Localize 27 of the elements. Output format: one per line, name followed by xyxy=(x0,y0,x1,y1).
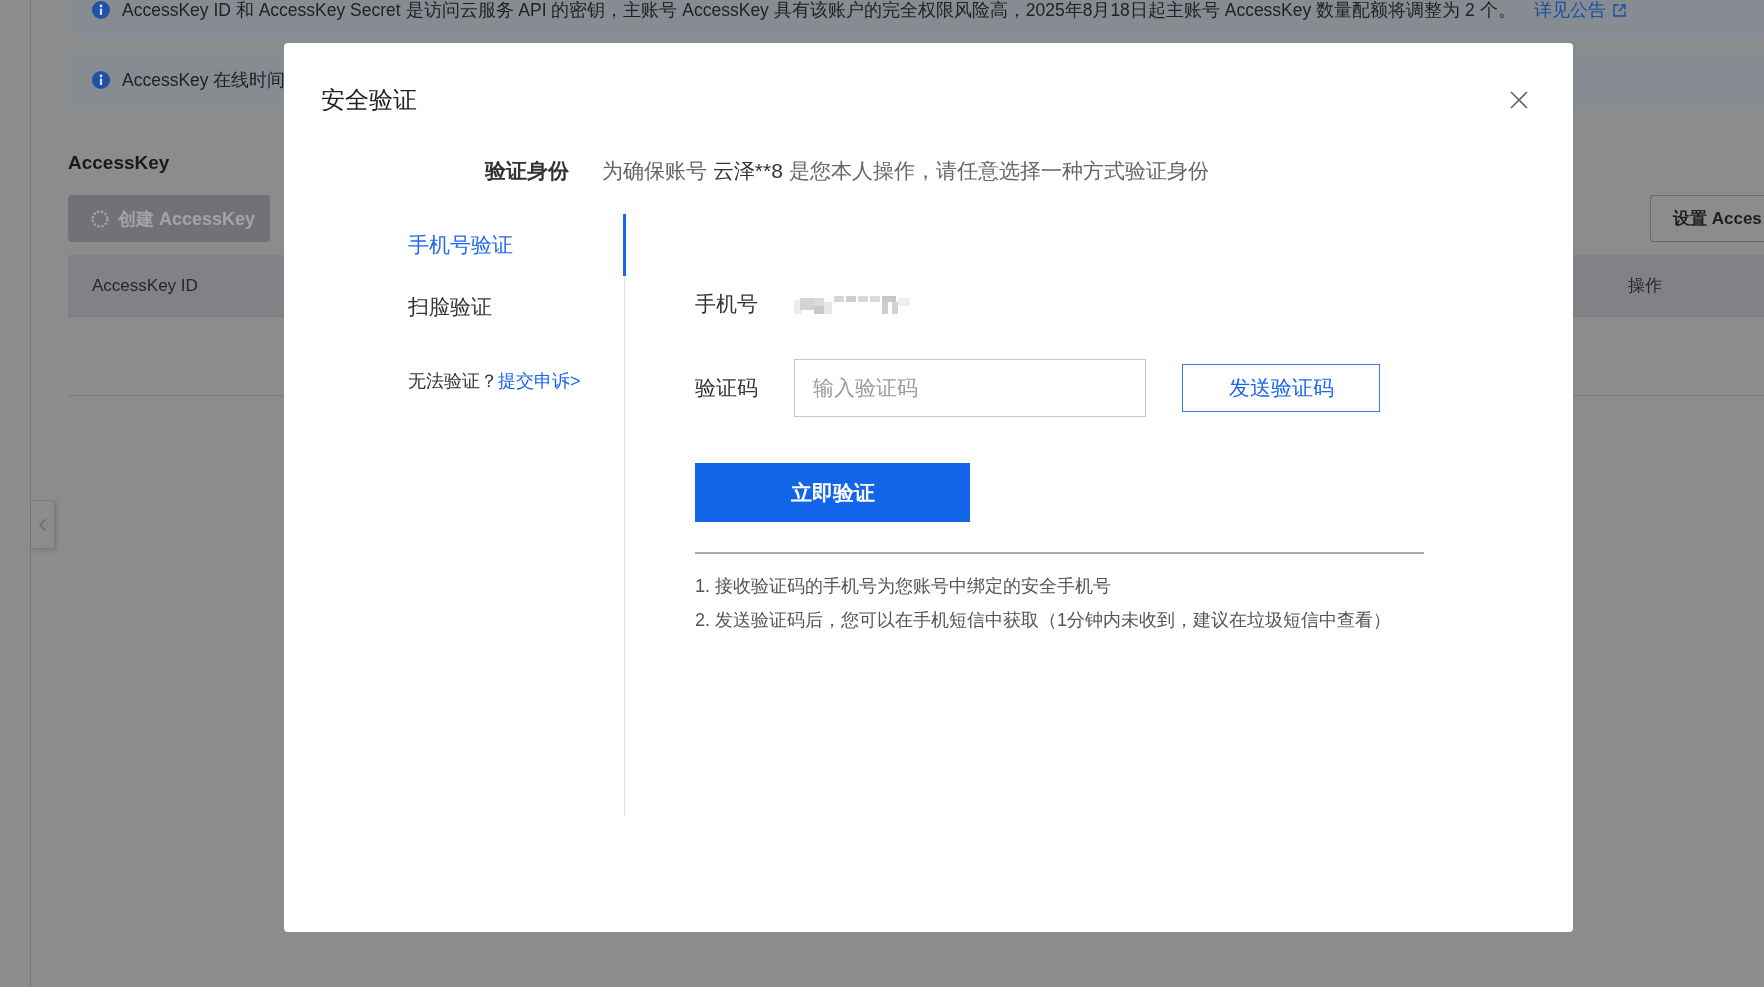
column-header: AccessKey ID xyxy=(92,275,198,296)
verify-button[interactable]: 立即验证 xyxy=(695,463,970,522)
info-icon xyxy=(92,71,110,89)
chevron-left-icon xyxy=(38,517,47,532)
help-text: 无法验证？ xyxy=(408,370,498,393)
field-label: 手机号 xyxy=(695,291,759,317)
notice-text: AccessKey 在线时间 xyxy=(122,71,286,89)
note-text: 1. 接收验证码的手机号为您账号中绑定的安全手机号 xyxy=(695,575,1112,598)
external-link-icon xyxy=(1612,3,1626,17)
settings-button[interactable]: 设置 Acces xyxy=(1650,195,1764,242)
method-tab[interactable]: 扫脸验证 xyxy=(408,276,626,338)
section-heading: AccessKey xyxy=(68,151,170,175)
field-label: 验证码 xyxy=(695,375,759,401)
info-icon xyxy=(92,1,110,19)
identity-description: 为确保账号 云泽**8 是您本人操作，请任意选择一种方式验证身份 xyxy=(602,158,1209,184)
notice-text: AccessKey ID 和 AccessKey Secret 是访问云服务 API 的密钥，主账号 AccessKey 具有该账户的完全权限风险高，2025年8月18日起主账号 AccessKey 数量配额将调整为 2 个。 xyxy=(122,1,1516,19)
collapse-handle[interactable] xyxy=(31,500,55,549)
note-text: 2. 发送验证码后，您可以在手机短信中获取（1分钟内未收到，建议在垃圾短信中查看） xyxy=(695,609,1392,632)
method-tab[interactable]: 手机号验证 xyxy=(408,214,626,276)
code-input[interactable]: 输入验证码 xyxy=(794,359,1146,417)
spinner-icon xyxy=(91,209,109,228)
appeal-link[interactable]: 提交申诉> xyxy=(498,367,581,395)
dialog-title: 安全验证 xyxy=(321,85,417,115)
identity-label: 验证身份 xyxy=(485,158,569,184)
send-code-button[interactable]: 发送验证码 xyxy=(1182,364,1380,412)
column-header: 操作 xyxy=(1628,275,1662,297)
close-icon xyxy=(1510,91,1528,109)
